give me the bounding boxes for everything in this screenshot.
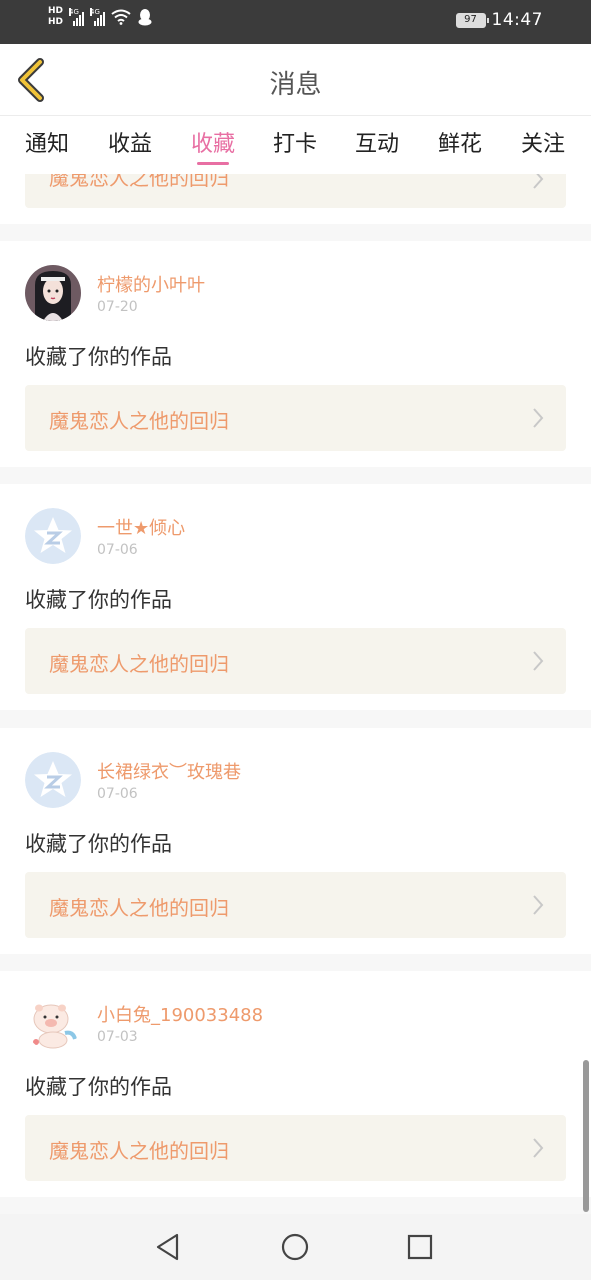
list-item: 魔鬼恋人之他的回归 <box>0 174 591 224</box>
work-link[interactable]: 魔鬼恋人之他的回归 <box>25 174 566 208</box>
sim2-tag: 4G <box>90 8 100 16</box>
tab-notify[interactable]: 通知 <box>17 126 77 158</box>
work-link[interactable]: 魔鬼恋人之他的回归 <box>25 1115 566 1181</box>
tab-follow[interactable]: 关注 <box>513 126 573 158</box>
favorites-feed: 魔鬼恋人之他的回归 柠檬的小叶叶 07-20 收藏了你的作品 魔鬼恋人之他的回归… <box>0 174 591 1214</box>
battery-level: 97 <box>464 13 477 25</box>
status-bar-right: 97 14:47 <box>455 10 544 30</box>
clock: 14:47 <box>491 10 543 30</box>
username[interactable]: 长裙绿衣︶玫瑰巷 <box>97 758 241 784</box>
page-title: 消息 <box>269 70 322 100</box>
nav-back-icon[interactable] <box>153 1232 183 1262</box>
illustrated-girl-avatar-icon <box>25 265 81 321</box>
work-title: 魔鬼恋人之他的回归 <box>49 896 229 920</box>
action-text: 收藏了你的作品 <box>25 345 172 369</box>
action-text: 收藏了你的作品 <box>25 588 172 612</box>
list-item: 小白兔_190033488 07-03 收藏了你的作品 魔鬼恋人之他的回归 <box>0 971 591 1197</box>
title-bar: 消息 <box>0 44 591 116</box>
avatar[interactable] <box>25 995 81 1051</box>
tab-flowers[interactable]: 鲜花 <box>430 126 490 158</box>
avatar[interactable] <box>25 265 81 321</box>
chevron-right-icon <box>533 408 544 428</box>
username[interactable]: 一世★倾心 <box>97 514 185 540</box>
username[interactable]: 柠檬的小叶叶 <box>97 271 205 297</box>
active-tab-indicator <box>197 162 229 165</box>
action-text: 收藏了你的作品 <box>25 1075 172 1099</box>
tab-favorites[interactable]: 收藏 <box>183 126 243 158</box>
chevron-right-icon <box>533 651 544 671</box>
qq-icon <box>138 9 152 26</box>
chevron-right-icon <box>533 1138 544 1158</box>
hd1-label: HD <box>48 6 64 16</box>
cartoon-pig-avatar-icon <box>25 995 81 1051</box>
work-title: 魔鬼恋人之他的回归 <box>49 652 229 676</box>
list-item: 柠檬的小叶叶 07-20 收藏了你的作品 魔鬼恋人之他的回归 <box>0 241 591 467</box>
sim1-tag: 4G <box>69 8 79 16</box>
battery-icon: 97 <box>455 12 489 28</box>
tab-checkin[interactable]: 打卡 <box>265 126 325 158</box>
tab-earnings[interactable]: 收益 <box>100 126 160 158</box>
tab-interaction[interactable]: 互动 <box>347 126 407 158</box>
work-title: 魔鬼恋人之他的回归 <box>49 409 229 433</box>
hd2-label: HD <box>48 17 64 27</box>
date: 07-06 <box>97 542 138 558</box>
scrollbar[interactable] <box>583 1060 589 1212</box>
date: 07-06 <box>97 786 138 802</box>
status-bar: HD HD 4G 4G 97 14:47 <box>0 0 591 44</box>
action-text: 收藏了你的作品 <box>25 832 172 856</box>
username[interactable]: 小白兔_190033488 <box>97 1001 263 1027</box>
date: 07-03 <box>97 1029 138 1045</box>
list-item: 一世★倾心 07-06 收藏了你的作品 魔鬼恋人之他的回归 <box>0 484 591 710</box>
tab-bar: 通知 收益 收藏 打卡 互动 鲜花 关注 <box>0 116 591 174</box>
work-title: 魔鬼恋人之他的回归 <box>49 174 229 190</box>
hd-indicator: HD HD <box>48 6 63 28</box>
nav-home-icon[interactable] <box>280 1232 310 1262</box>
chevron-right-icon <box>533 895 544 915</box>
nav-recents-icon[interactable] <box>405 1232 435 1262</box>
work-link[interactable]: 魔鬼恋人之他的回归 <box>25 872 566 938</box>
signal-icon-2: 4G <box>90 8 106 26</box>
default-star-avatar-icon <box>25 752 81 808</box>
chevron-right-icon <box>533 174 544 189</box>
signal-icon: 4G <box>69 8 85 26</box>
avatar[interactable] <box>25 508 81 564</box>
date: 07-20 <box>97 299 138 315</box>
system-nav-bar <box>0 1214 591 1280</box>
list-item: 长裙绿衣︶玫瑰巷 07-06 收藏了你的作品 魔鬼恋人之他的回归 <box>0 728 591 954</box>
wifi-icon <box>111 9 131 25</box>
avatar[interactable] <box>25 752 81 808</box>
work-title: 魔鬼恋人之他的回归 <box>49 1139 229 1163</box>
status-bar-left: HD HD 4G 4G <box>48 6 153 28</box>
work-link[interactable]: 魔鬼恋人之他的回归 <box>25 628 566 694</box>
work-link[interactable]: 魔鬼恋人之他的回归 <box>25 385 566 451</box>
default-star-avatar-icon <box>25 508 81 564</box>
